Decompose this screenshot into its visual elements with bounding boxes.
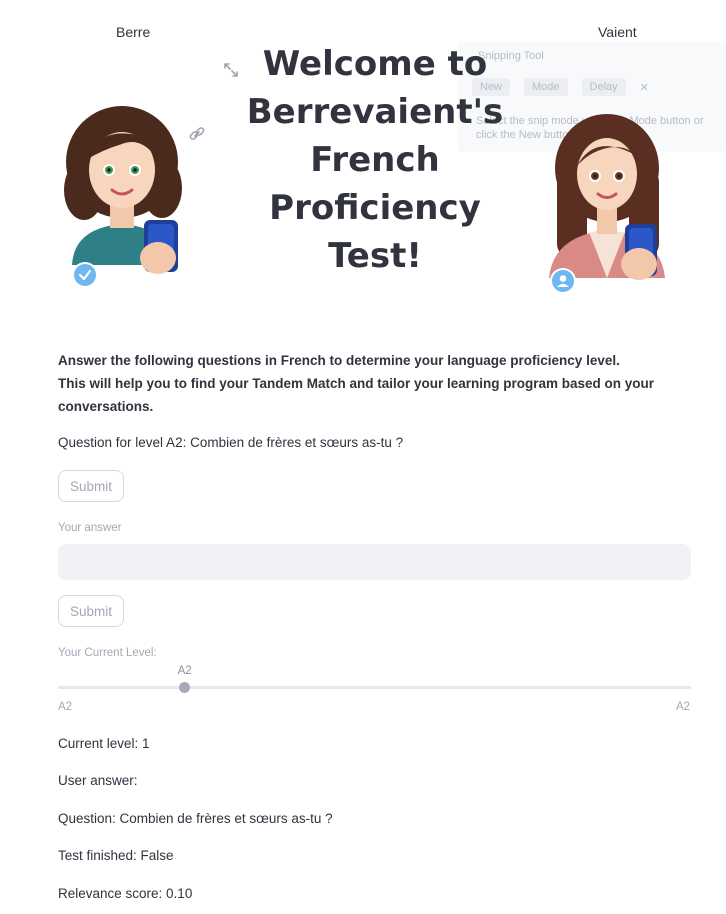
level-slider-value: A2: [177, 665, 192, 677]
page-title: Welcome to Berrevaient's French Proficie…: [225, 40, 525, 280]
verified-check-icon: [72, 262, 98, 288]
answer-label: Your answer: [58, 522, 122, 534]
intro-line-1: Answer the following questions in French…: [58, 353, 620, 368]
status-current-level: Current level: 1: [58, 736, 150, 751]
submit-button[interactable]: Submit: [58, 595, 125, 627]
left-avatar-name: Berre: [116, 24, 151, 40]
snipping-close-icon: ✕: [639, 81, 649, 94]
title-line: Berrevaient's: [246, 92, 504, 132]
snipping-delay-button: Delay: [581, 78, 626, 96]
status-question: Question: Combien de frères et sœurs as-…: [58, 811, 333, 826]
level-slider-track[interactable]: [58, 686, 691, 689]
status-relevance-score: Relevance score: 0.10: [58, 886, 193, 901]
right-avatar: [549, 114, 665, 280]
intro-line-2: This will help you to find your Tandem M…: [58, 376, 655, 414]
question-text: Question for level A2: Combien de frères…: [58, 435, 404, 450]
snipping-mode-button: Mode: [524, 78, 568, 96]
level-slider-max: A2: [676, 701, 691, 713]
status-test-finished: Test finished: False: [58, 848, 174, 863]
submit-top-button[interactable]: Submit: [58, 470, 125, 502]
title-line: French: [310, 140, 440, 180]
status-user-answer: User answer:: [58, 773, 138, 788]
intro-text: Answer the following questions in French…: [58, 349, 698, 418]
level-slider-thumb[interactable]: [179, 682, 191, 693]
level-slider-min: A2: [58, 701, 73, 713]
level-slider-label: Your Current Level:: [58, 647, 157, 659]
user-icon: [550, 268, 576, 294]
link-icon[interactable]: [188, 125, 206, 147]
answer-input[interactable]: [58, 544, 691, 580]
title-line: Welcome to: [262, 44, 488, 84]
right-avatar-name: Vaient: [598, 24, 637, 40]
title-line: Proficiency Test!: [269, 188, 481, 276]
